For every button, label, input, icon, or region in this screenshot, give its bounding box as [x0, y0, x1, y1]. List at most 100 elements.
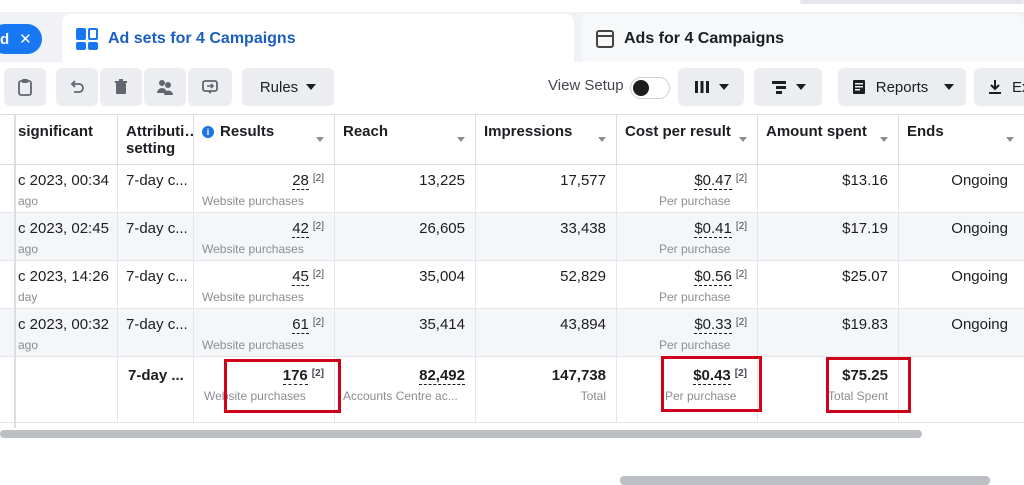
table-cell: 7-day c... — [118, 165, 194, 212]
table-cell: 28 [2] Website purchases — [194, 165, 335, 212]
toggle-knob — [633, 80, 649, 96]
sort-icon[interactable] — [880, 137, 888, 142]
table-row[interactable]: c 2023, 14:26 day 7-day c... 45 [2] Website p… — [0, 261, 1024, 309]
total-reach-number: 82,492 — [419, 367, 465, 385]
undo-button[interactable] — [56, 68, 98, 106]
ab-test-button[interactable] — [144, 68, 186, 106]
amount-spent-value: $13.16 — [842, 172, 888, 189]
results-sub: Website purchases — [202, 242, 304, 256]
date-value: c 2023, 00:34 — [18, 172, 109, 189]
column-header-reach[interactable]: Reach — [335, 115, 476, 165]
table-cell: c 2023, 02:45 ago — [0, 213, 118, 260]
tab-bar: d ✕ Ad sets for 4 Campaigns Ads for 4 Ca… — [0, 12, 1024, 64]
column-header-amount-spent[interactable]: Amount spent — [758, 115, 899, 165]
footnote-marker: [2] — [735, 173, 747, 184]
results-value[interactable]: 61 [2] — [292, 316, 324, 334]
table-row[interactable]: c 2023, 00:34 ago 7-day c... 28 [2] Website p… — [0, 165, 1024, 213]
top-scrollbar[interactable] — [800, 0, 1024, 4]
highlight-cost-total — [661, 356, 762, 412]
table-cell: c 2023, 00:32 ago — [0, 309, 118, 356]
results-number: 28 — [292, 172, 309, 190]
ad-sets-icon — [76, 28, 98, 50]
date-sub: ago — [18, 194, 39, 208]
table-row[interactable]: c 2023, 02:45 ago 7-day c... 42 [2] Website p… — [0, 213, 1024, 261]
cost-per-result-value[interactable]: $0.41 [2] — [694, 220, 747, 238]
impressions-value: 33,438 — [560, 220, 606, 237]
attribution-value: 7-day c... — [126, 220, 188, 237]
delete-button[interactable] — [100, 68, 142, 106]
results-sub: Website purchases — [202, 338, 304, 352]
total-reach-sub: Accounts Centre ac... — [343, 389, 458, 403]
table-cell: $13.16 — [758, 165, 899, 212]
cpr-sub: Per purchase — [659, 194, 731, 208]
table-cell: 7-day c... — [118, 213, 194, 260]
footnote-marker: [2] — [312, 173, 324, 184]
chevron-down-icon — [306, 84, 317, 90]
columns-button[interactable] — [678, 68, 744, 106]
reach-value: 13,225 — [419, 172, 465, 189]
tab-ads[interactable]: Ads for 4 Campaigns — [582, 14, 1024, 64]
impressions-value: 43,894 — [560, 316, 606, 333]
cost-per-result-value[interactable]: $0.47 [2] — [694, 172, 747, 190]
sort-icon[interactable] — [457, 137, 465, 142]
table-cell: $0.56 [2] Per purchase — [617, 261, 758, 308]
left-column-divider — [14, 114, 16, 428]
table-cell: 17,577 — [476, 165, 617, 212]
results-value[interactable]: 42 [2] — [292, 220, 324, 238]
column-header-cost-per-result[interactable]: Cost per result — [617, 115, 758, 165]
export-button[interactable]: Ex — [974, 68, 1024, 106]
clipboard-icon — [18, 79, 32, 96]
results-value[interactable]: 28 [2] — [292, 172, 324, 190]
view-setup-toggle[interactable] — [630, 77, 670, 99]
ends-value: Ongoing — [951, 220, 1008, 237]
column-header-results[interactable]: i Results — [194, 115, 335, 165]
reach-value: 35,004 — [419, 268, 465, 285]
table-cell: 33,438 — [476, 213, 617, 260]
column-header-attribution[interactable]: Attributi… setting — [118, 115, 194, 165]
page-scrollbar[interactable] — [620, 476, 990, 485]
table-cell: 13,225 — [335, 165, 476, 212]
column-header-ends[interactable]: Ends — [899, 115, 1024, 165]
sort-icon[interactable] — [739, 137, 747, 142]
rules-button[interactable]: Rules — [242, 68, 334, 106]
footnote-marker: [2] — [735, 269, 747, 280]
reports-button[interactable]: Reports — [838, 68, 966, 106]
table-cell: c 2023, 14:26 day — [0, 261, 118, 308]
table-cell: 147,738 Total — [476, 357, 617, 422]
table-row[interactable]: c 2023, 00:32 ago 7-day c... 61 [2] Website p… — [0, 309, 1024, 357]
table-cell: Ongoing — [899, 261, 1024, 308]
total-impressions-sub: Total — [580, 389, 606, 403]
horizontal-scrollbar[interactable] — [0, 430, 922, 438]
impressions-value: 52,829 — [560, 268, 606, 285]
table-cell: Ongoing — [899, 213, 1024, 260]
sort-icon[interactable] — [316, 137, 324, 142]
chevron-down-icon — [796, 84, 806, 90]
ends-value: Ongoing — [951, 268, 1008, 285]
sort-icon[interactable] — [1006, 137, 1014, 142]
info-icon[interactable]: i — [202, 126, 214, 138]
results-sub: Website purchases — [202, 290, 304, 304]
selection-pill-label: d — [0, 30, 10, 48]
reach-value: 35,414 — [419, 316, 465, 333]
breakdown-button[interactable] — [754, 68, 822, 106]
footnote-marker: [2] — [312, 221, 324, 232]
date-value: c 2023, 02:45 — [18, 220, 109, 237]
duplicate-button[interactable] — [4, 68, 46, 106]
attribution-value: 7-day c... — [126, 316, 188, 333]
column-header-impressions[interactable]: Impressions — [476, 115, 617, 165]
cost-per-result-value[interactable]: $0.56 [2] — [694, 268, 747, 286]
column-header-significant[interactable]: significant — [0, 115, 118, 165]
date-sub: ago — [18, 338, 39, 352]
footnote-marker: [2] — [312, 317, 324, 328]
results-value[interactable]: 45 [2] — [292, 268, 324, 286]
amount-spent-value: $25.07 — [842, 268, 888, 285]
tab-ad-sets[interactable]: Ad sets for 4 Campaigns — [62, 14, 574, 64]
footnote-marker: [2] — [312, 269, 324, 280]
cost-per-result-value[interactable]: $0.33 [2] — [694, 316, 747, 334]
column-header-label: Attributi… setting — [126, 123, 194, 157]
edit-button[interactable] — [188, 68, 232, 106]
sort-icon[interactable] — [598, 137, 606, 142]
export-label: Ex — [1012, 78, 1024, 96]
close-icon[interactable]: ✕ — [19, 30, 32, 48]
selection-pill[interactable]: d ✕ — [0, 24, 42, 54]
